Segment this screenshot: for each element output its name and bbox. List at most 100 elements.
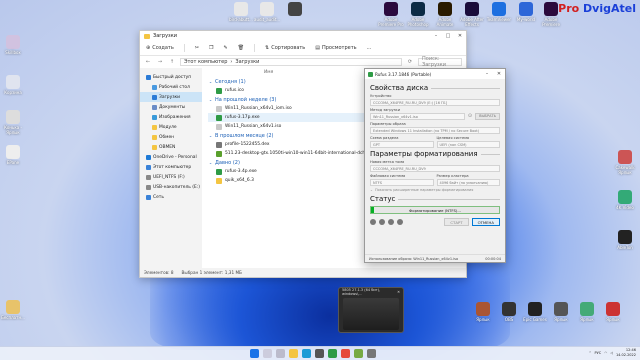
partition-scheme-select[interactable]: GPT: [370, 141, 434, 148]
desktop-shortcut[interactable]: Adobe Photoshop: [405, 2, 431, 27]
app-icon[interactable]: [367, 349, 376, 358]
desktop-shortcut[interactable]: TeamViewer: [486, 2, 512, 22]
taskbar-thumbnail-preview[interactable]: 5805 27.1.3 (64 бит), windows\... ✕: [338, 287, 404, 333]
desktop-shortcut[interactable]: 4K Video: [612, 190, 638, 210]
refresh-icon[interactable]: ⟳: [406, 59, 414, 65]
store-icon[interactable]: [315, 349, 324, 358]
language-indicator[interactable]: РУС: [595, 351, 602, 355]
nav-item[interactable]: Рабочий стол: [140, 82, 202, 92]
image-option-select[interactable]: Extended Windows 11 Installation (no TPM…: [370, 127, 500, 134]
log-icon[interactable]: [397, 219, 403, 225]
task-view-icon[interactable]: [276, 349, 285, 358]
desktop-shortcut[interactable]: Ярлык: [574, 302, 600, 322]
maximize-button[interactable]: □: [442, 31, 454, 41]
rufus-taskbar-icon[interactable]: [328, 349, 337, 358]
cancel-button[interactable]: ОТМЕНА: [471, 218, 500, 226]
back-arrow-icon[interactable]: ←: [144, 59, 152, 65]
nav-item[interactable]: Обмен: [140, 132, 202, 142]
nav-item[interactable]: Модуле: [140, 122, 202, 132]
nav-item[interactable]: UEFI_NTFS (F:): [140, 172, 202, 182]
search-input[interactable]: Поиск: Загрузки: [418, 56, 462, 68]
desktop-shortcut[interactable]: AbleTon: [612, 230, 638, 250]
desktop-icon-label: Adobe After Effects: [460, 17, 484, 27]
chevron-up-icon[interactable]: ⌃: [589, 351, 592, 355]
view-button[interactable]: ▤ Просмотреть: [315, 45, 356, 51]
nav-item[interactable]: Документы: [140, 102, 202, 112]
edge-icon[interactable]: [302, 349, 311, 358]
start-button[interactable]: СТАРТ: [444, 218, 469, 226]
settings-icon[interactable]: [388, 219, 394, 225]
desktop-shortcut[interactable]: Корзина: [0, 75, 26, 95]
desktop-shortcut[interactable]: Adobe Premiere Pro: [378, 2, 404, 27]
nav-item[interactable]: Загрузки: [140, 92, 202, 102]
desktop-shortcut[interactable]: bird-abutt...: [228, 2, 254, 22]
up-arrow-icon[interactable]: ↑: [168, 59, 176, 65]
nav-item[interactable]: Изображения: [140, 112, 202, 122]
app-icon[interactable]: [354, 349, 363, 358]
desktop-shortcut-icon: [606, 302, 620, 316]
desktop-shortcut[interactable]: Adobe After Effects: [459, 2, 485, 27]
desktop-shortcut[interactable]: [282, 2, 308, 17]
target-system-select[interactable]: UEFI (non CSM): [436, 141, 500, 148]
explorer-titlebar[interactable]: Загрузки – □ ✕: [140, 31, 466, 41]
desktop-shortcut[interactable]: Ярлык: [600, 302, 626, 322]
cluster-size-select[interactable]: 4096 байт (по умолчанию): [436, 179, 500, 186]
desktop-shortcut[interactable]: Adobe Premiere: [538, 2, 564, 27]
new-button[interactable]: ⊕ Создать: [146, 45, 174, 51]
nav-item[interactable]: USB-накопитель (E:): [140, 182, 202, 192]
thumbnail-image: [343, 298, 399, 330]
nav-item[interactable]: OBMEN: [140, 142, 202, 152]
desktop-shortcut[interactable]: Бесплатн...: [0, 300, 26, 320]
address-bar[interactable]: Этот компьютер › Загрузки: [180, 58, 402, 66]
select-image-button[interactable]: ВЫБРАТЬ: [475, 112, 500, 120]
boot-selection-select[interactable]: Win11_Russian_x64v1.iso: [370, 113, 465, 120]
desktop-shortcut[interactable]: EPane: [0, 145, 26, 165]
delete-button[interactable]: 🗑: [238, 45, 244, 51]
rename-button[interactable]: ✎: [223, 45, 227, 51]
desktop-shortcut[interactable]: Adobe Animate: [432, 2, 458, 27]
volume-label-input[interactable]: CCCOMA_X64FRE_RU-RU_DV9: [370, 165, 500, 172]
nav-item[interactable]: Быстрый доступ: [140, 72, 202, 82]
desktop-shortcut[interactable]: audit_audit...: [254, 2, 280, 22]
desktop-shortcut[interactable]: OBS: [496, 302, 522, 322]
file-explorer-icon[interactable]: [289, 349, 298, 358]
close-icon[interactable]: ✕: [397, 290, 400, 294]
forward-arrow-icon[interactable]: →: [156, 59, 164, 65]
desktop-shortcut[interactable]: Ярлык: [548, 302, 574, 322]
desktop-shortcut[interactable]: Ярлык: [470, 302, 496, 322]
more-button[interactable]: ...: [367, 45, 372, 51]
rename-icon: ✎: [223, 45, 228, 51]
windows-start-icon[interactable]: [250, 349, 259, 358]
volume-icon[interactable]: ◁: [610, 351, 613, 355]
breadcrumb-computer[interactable]: Этот компьютер: [184, 59, 227, 65]
desktop-shortcut[interactable]: Конька - Ярлык: [0, 110, 26, 135]
desktop-shortcut[interactable]: Cakewalk Ярлык: [612, 150, 638, 175]
advanced-format-toggle[interactable]: ⌄ Показать расширенные параметры формати…: [370, 187, 500, 193]
view-icon: ▤: [315, 45, 320, 51]
rufus-titlebar[interactable]: Rufus 3.17.1846 (Portable) – ✕: [365, 69, 505, 79]
cut-button[interactable]: ✂: [195, 45, 199, 51]
device-select[interactable]: CCCOMA_X64FRE_RU-RU_DV9 (E:) [16 ГБ]: [370, 99, 500, 106]
desktop-shortcut[interactable]: My-world: [513, 2, 539, 22]
nav-item[interactable]: Этот компьютер: [140, 162, 202, 172]
sort-button[interactable]: ⇅ Сортировать: [265, 45, 305, 51]
toolbar-divider: [183, 44, 185, 52]
rufus-close-button[interactable]: ✕: [493, 69, 505, 79]
breadcrumb-downloads[interactable]: Загрузки: [235, 59, 259, 65]
nav-item[interactable]: Сеть: [140, 192, 202, 202]
nav-item[interactable]: OneDrive - Personal: [140, 152, 202, 162]
close-button[interactable]: ✕: [454, 31, 466, 41]
rufus-minimize-button[interactable]: –: [481, 69, 493, 79]
desktop-shortcut[interactable]: Skillbox: [0, 35, 26, 55]
desktop-icon-label: Корзина: [4, 90, 22, 95]
clock[interactable]: 12:46 14.02.2022: [616, 348, 636, 358]
chrome-icon[interactable]: [341, 349, 350, 358]
minimize-button[interactable]: –: [430, 31, 442, 41]
copy-button[interactable]: ❐: [209, 45, 213, 51]
desktop-shortcut[interactable]: Epic Games: [522, 302, 548, 322]
file-system-select[interactable]: NTFS: [370, 179, 434, 186]
globe-icon[interactable]: [370, 219, 376, 225]
search-icon[interactable]: [263, 349, 272, 358]
wifi-icon[interactable]: ◠: [604, 351, 607, 355]
info-icon[interactable]: [379, 219, 385, 225]
